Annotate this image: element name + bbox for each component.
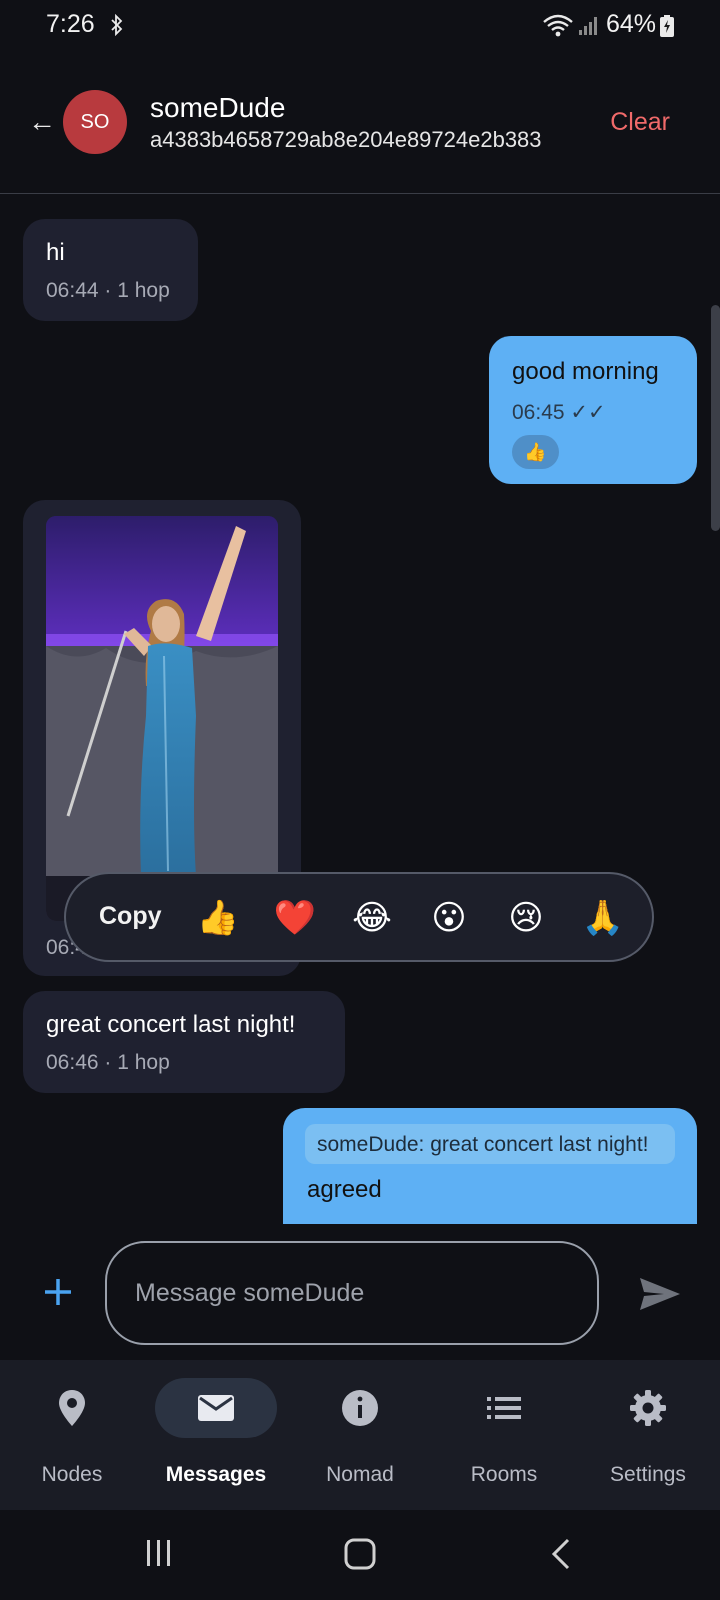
contact-name: someDude <box>150 92 286 123</box>
message-time: 06:45 <box>512 401 565 424</box>
back-icon[interactable] <box>550 1538 572 1570</box>
contact-id: a4383b4658729ab8e204e89724e2b383 <box>150 127 542 152</box>
nav-label: Rooms <box>470 1463 538 1486</box>
message-bubble-outgoing[interactable]: good morning 06:45 ✓✓ 👍 <box>489 336 697 484</box>
nav-label: Messages <box>165 1463 267 1486</box>
concert-photo[interactable] <box>46 516 278 921</box>
recent-apps-icon[interactable] <box>144 1538 174 1568</box>
nav-label: Nomad <box>326 1463 394 1486</box>
message-meta: 06:46 · 1 hop <box>46 1051 170 1075</box>
battery-charging-icon <box>660 15 674 37</box>
message-time: 06:44 <box>46 279 99 302</box>
hop-count: · 1 hop <box>104 1051 170 1074</box>
message-bubble-reply[interactable]: someDude: great concert last night! agre… <box>283 1108 697 1224</box>
nav-label: Settings <box>610 1463 686 1486</box>
bottom-navigation: Nodes Messages Nomad Rooms Settings <box>0 1360 720 1510</box>
concert-photo-drawing <box>46 516 278 921</box>
thumbs-up-reaction[interactable]: 👍 <box>196 896 240 940</box>
avatar[interactable]: SO <box>63 90 127 154</box>
signal-icon <box>579 17 597 35</box>
wifi-icon <box>543 14 573 37</box>
bluetooth-icon <box>111 14 123 36</box>
location-pin-icon <box>59 1390 85 1426</box>
mail-icon <box>198 1395 234 1421</box>
quoted-message[interactable]: someDude: great concert last night! <box>305 1124 675 1164</box>
message-text: hi <box>46 239 65 266</box>
message-time: 06:46 <box>46 1051 99 1074</box>
list-icon <box>487 1397 521 1419</box>
reaction-menu: Copy 👍 ❤️ 😂 😮 😢 🙏 <box>64 872 654 962</box>
surprised-reaction[interactable]: 😮 <box>427 896 471 940</box>
message-meta: 06:44 · 1 hop <box>46 279 170 303</box>
message-bubble-incoming[interactable]: great concert last night! 06:46 · 1 hop <box>23 991 345 1093</box>
battery-percent: 64% <box>606 10 657 38</box>
message-text: good morning <box>512 358 659 385</box>
message-text: great concert last night! <box>46 1011 296 1038</box>
message-bubble-incoming[interactable]: hi 06:44 · 1 hop <box>23 219 198 321</box>
add-attachment-icon[interactable] <box>42 1276 74 1308</box>
system-navigation-bar <box>0 1510 720 1600</box>
copy-button[interactable]: Copy <box>99 902 162 931</box>
heart-reaction[interactable]: ❤️ <box>273 896 317 940</box>
clear-button[interactable]: Clear <box>610 108 670 137</box>
pray-reaction[interactable]: 🙏 <box>581 896 625 940</box>
nav-item-nodes[interactable]: Nodes <box>0 1360 144 1510</box>
nav-item-rooms[interactable]: Rooms <box>432 1360 576 1510</box>
chat-header: ← SO someDude a4383b4658729ab8e204e89724… <box>0 52 720 194</box>
reaction-chip[interactable]: 👍 <box>512 435 559 469</box>
message-input[interactable] <box>105 1241 599 1345</box>
send-icon[interactable] <box>638 1276 682 1312</box>
message-meta: 06:45 ✓✓ <box>512 400 606 425</box>
hop-count: · 1 hop <box>104 279 170 302</box>
gear-icon <box>630 1390 666 1426</box>
nav-label: Nodes <box>41 1463 103 1486</box>
info-icon <box>342 1390 378 1426</box>
nav-item-nomad[interactable]: Nomad <box>288 1360 432 1510</box>
back-arrow-icon[interactable]: ← <box>28 108 56 136</box>
composer <box>0 1224 720 1360</box>
nav-item-settings[interactable]: Settings <box>576 1360 720 1510</box>
laugh-reaction[interactable]: 😂 <box>350 896 394 940</box>
status-bar: 7:26 64% <box>0 0 720 52</box>
delivered-checkmarks-icon: ✓✓ <box>570 401 606 424</box>
scrollbar[interactable] <box>711 305 720 531</box>
sad-reaction[interactable]: 😢 <box>504 896 548 940</box>
home-icon[interactable] <box>344 1538 376 1570</box>
nav-item-messages[interactable]: Messages <box>144 1360 288 1510</box>
message-text: agreed <box>307 1176 382 1203</box>
status-time: 7:26 <box>46 10 95 38</box>
